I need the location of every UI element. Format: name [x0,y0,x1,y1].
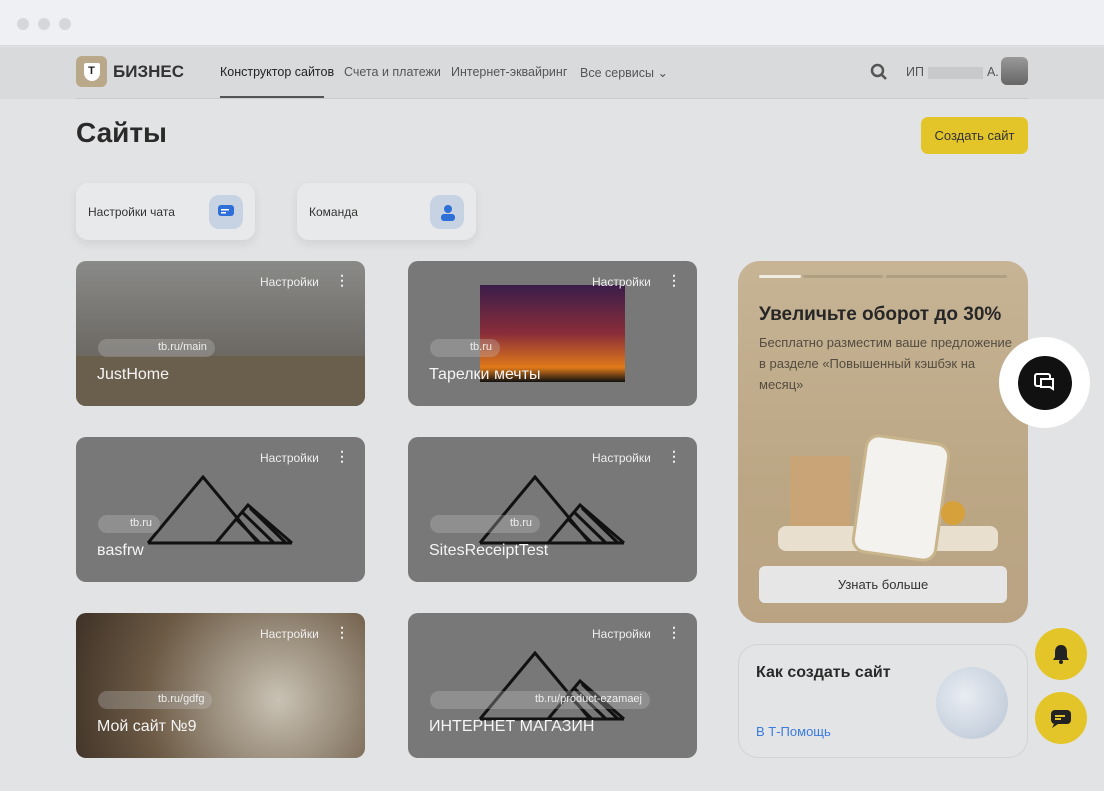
slide-indicator[interactable] [886,275,1007,278]
chat-icon [209,194,243,229]
site-name: вasfrw [97,542,144,559]
site-settings-link[interactable]: Настройки [592,451,651,465]
site-url[interactable]: tb.ru [430,515,541,533]
chat-icon [1051,710,1071,728]
help-link[interactable]: В Т-Помощь [756,724,831,739]
more-icon[interactable]: ⋮ [335,273,349,287]
more-icon[interactable]: ⋮ [667,449,681,463]
user-prefix: ИП [906,65,924,79]
promo-text: Бесплатно разместим ваше предложение в р… [759,335,1012,392]
site-url[interactable]: tb.ru [98,515,161,533]
nav-all-services[interactable]: Все сервисы ⌄ [580,65,668,80]
more-icon[interactable]: ⋮ [667,273,681,287]
user-name[interactable]: ИП А. [906,65,999,79]
site-settings-link[interactable]: Настройки [260,451,319,465]
team-label: Команда [309,204,358,219]
placeholder-image-icon [478,475,625,545]
phone-illustration [850,432,952,564]
messages-icon [1017,355,1072,410]
user-suffix: А. [986,65,999,79]
nav-all-services-label: Все сервисы [580,66,655,80]
more-icon[interactable]: ⋮ [667,625,681,639]
site-name: Тарелки мечты [429,366,541,383]
search-icon[interactable] [870,63,888,81]
more-icon[interactable]: ⋮ [335,625,349,639]
chat-settings-label: Настройки чата [88,204,175,219]
site-name: SitesReceiptTest [429,542,549,559]
promo-title: Увеличьте оборот до 30% [759,304,1002,325]
active-tab-indicator [220,96,324,98]
nav-site-builder[interactable]: Конструктор сайтов [220,65,334,79]
help-title: Как создать сайт [756,664,891,681]
site-url[interactable]: tb.ru/product-ezamaej [430,691,650,709]
site-card[interactable]: Настройки ⋮ tb.ru вasfrw [76,437,365,582]
slide-indicator-active[interactable] [759,275,801,278]
nav-divider [76,98,1028,99]
user-name-redacted [927,66,983,79]
coin-illustration [941,501,965,525]
slide-indicator[interactable] [803,275,883,278]
site-settings-link[interactable]: Настройки [592,627,651,641]
team-button[interactable]: Команда [297,183,476,240]
shopping-bag-illustration [790,456,850,528]
window-maximize-dot[interactable] [59,18,71,30]
site-settings-link[interactable]: Настройки [260,275,319,289]
team-icon [430,194,464,229]
support-chat-button[interactable] [1035,692,1087,744]
chevron-down-icon: ⌄ [657,66,668,80]
site-name: ИНТЕРНЕТ МАГАЗИН [429,718,595,735]
logo[interactable]: Т [76,56,107,87]
window-minimize-dot[interactable] [38,18,50,30]
promo-banner: Увеличьте оборот до 30% Бесплатно размес… [738,261,1028,623]
site-card[interactable]: Настройки ⋮ tb.ru SitesReceiptTest [408,437,697,582]
site-card[interactable]: Настройки ⋮ tb.ru/product-ezamaej ИНТЕРНЕ… [408,613,697,758]
avatar[interactable] [1001,57,1028,85]
window-titlebar [0,0,1104,46]
site-name: JustHome [97,366,170,383]
site-card[interactable]: Настройки ⋮ tb.ru Тарелки мечты [408,261,697,406]
placeholder-image-icon [146,475,293,545]
learn-more-button[interactable]: Узнать больше [759,566,1007,603]
site-name: Мой сайт №9 [97,718,197,735]
brand-name[interactable]: БИЗНЕС [113,62,184,82]
site-url[interactable]: tb.ru [430,339,501,357]
nav-acquiring[interactable]: Интернет-эквайринг [451,65,567,79]
logo-letter: Т [83,62,100,81]
placeholder-image-icon [478,651,625,721]
nav-accounts-payments[interactable]: Счета и платежи [344,65,441,79]
window-close-dot[interactable] [17,18,29,30]
notifications-button[interactable] [1035,628,1087,680]
chat-widget-button[interactable] [999,337,1090,428]
site-settings-link[interactable]: Настройки [260,627,319,641]
bell-icon [1053,645,1069,664]
site-settings-link[interactable]: Настройки [592,275,651,289]
site-card[interactable]: Настройки ⋮ tb.ru/main JustHome [76,261,365,406]
site-url[interactable]: tb.ru/gdfg [98,691,213,709]
page-title: Сайты [76,117,167,148]
chat-settings-button[interactable]: Настройки чата [76,183,255,240]
puzzle-icon [936,667,1008,739]
help-card[interactable]: Как создать сайт В Т-Помощь [738,644,1028,758]
site-url[interactable]: tb.ru/main [98,339,215,357]
create-site-button[interactable]: Создать сайт [921,117,1028,154]
site-card[interactable]: Настройки ⋮ tb.ru/gdfg Мой сайт №9 [76,613,365,758]
more-icon[interactable]: ⋮ [335,449,349,463]
